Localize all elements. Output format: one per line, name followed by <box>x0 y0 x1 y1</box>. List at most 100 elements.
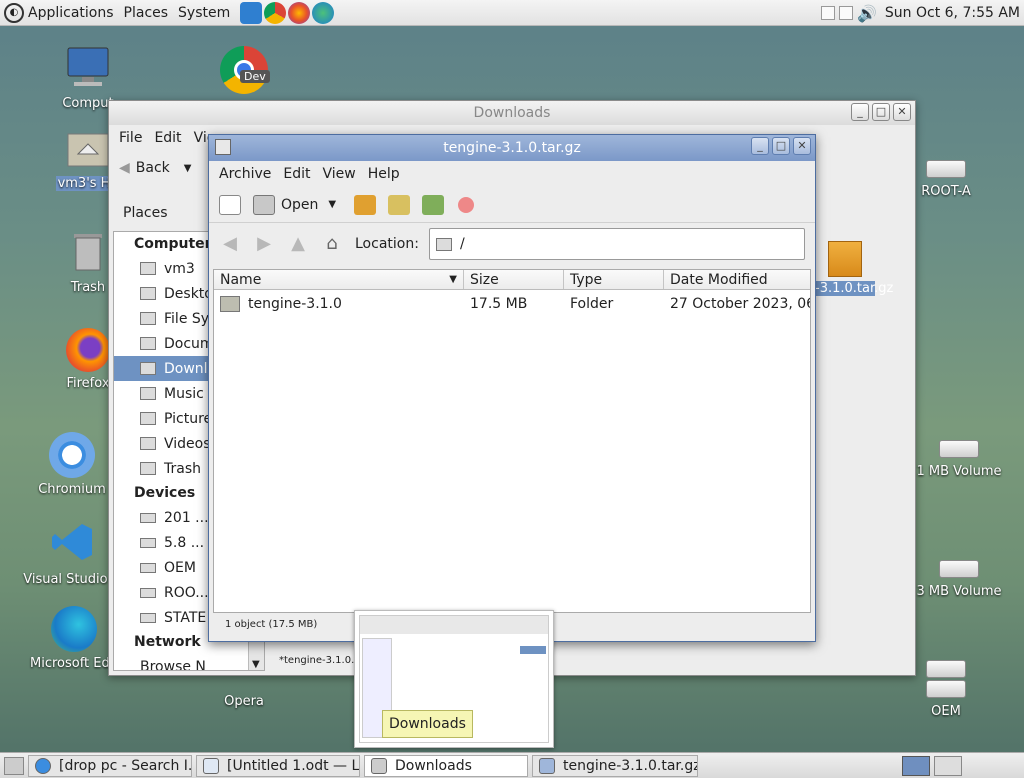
cell-date: 27 October 2023, 06:... <box>670 296 810 312</box>
places-menu[interactable]: Places <box>124 5 169 21</box>
drive-icon <box>926 660 966 678</box>
maximize-button[interactable]: □ <box>772 137 790 155</box>
archive-window-titlebar[interactable]: tengine-3.1.0.tar.gz _ □ ✕ <box>209 135 815 161</box>
applications-menu[interactable]: Applications <box>28 5 114 21</box>
workspace-2[interactable] <box>934 756 962 776</box>
open-dropdown-icon[interactable]: ▼ <box>328 199 336 210</box>
sidebar-item-label: OEM <box>164 559 196 576</box>
tray-icon[interactable] <box>820 6 835 20</box>
chrome-launcher-icon[interactable] <box>264 1 287 24</box>
open-button[interactable]: Open <box>253 194 318 215</box>
drive-icon <box>939 440 979 458</box>
edge-dev-icon <box>51 606 97 652</box>
table-row[interactable]: tengine-3.1.0 17.5 MB Folder 27 October … <box>214 290 810 318</box>
new-archive-icon[interactable] <box>219 194 241 215</box>
folder-icon <box>140 337 156 350</box>
window-title: Downloads <box>473 105 551 121</box>
gnome-foot-icon[interactable]: ◐ <box>4 2 24 23</box>
archive-manager-window[interactable]: tengine-3.1.0.tar.gz _ □ ✕ Archive Edit … <box>208 134 816 642</box>
workspace-1[interactable] <box>902 756 930 776</box>
back-arrow-icon[interactable]: ◀ <box>219 233 241 255</box>
stop-icon[interactable] <box>458 196 475 213</box>
sidebar-item-label: Trash <box>164 460 201 477</box>
edge-launcher-icon[interactable] <box>312 1 335 24</box>
back-dropdown-icon[interactable]: ▼ <box>184 163 192 174</box>
archive-icon <box>539 757 555 774</box>
folder-icon <box>140 387 156 400</box>
vscode-launcher-icon[interactable] <box>240 1 263 24</box>
home-folder-icon <box>67 133 109 167</box>
top-menu: ◐ Applications Places System <box>4 2 236 23</box>
add-folder-icon[interactable] <box>422 194 445 215</box>
firefox-launcher-icon[interactable] <box>288 1 311 24</box>
taskbar-item-writer[interactable]: [Untitled 1.odt — Li... <box>196 754 360 777</box>
sidebar-item-browse-network[interactable]: Browse N <box>114 654 264 671</box>
show-desktop-icon[interactable] <box>4 756 24 775</box>
archive-menu[interactable]: Archive <box>219 166 271 182</box>
volume-icon[interactable]: 🔊 <box>857 4 877 23</box>
dev-badge: Dev <box>240 70 270 83</box>
desktop-icon-volume-1[interactable]: 1 MB Volume <box>904 440 1014 479</box>
desktop-icon-label: OEM <box>931 704 961 719</box>
downloads-file-tarball[interactable]: -3.1.0.tar.gz <box>815 241 894 296</box>
back-button[interactable]: Back <box>136 160 170 176</box>
help-menu[interactable]: Help <box>368 166 400 182</box>
trash-icon <box>140 462 156 475</box>
desktop-icon-chromium[interactable]: Chromium <box>22 432 122 497</box>
downloads-window-titlebar[interactable]: Downloads _ □ ✕ <box>109 101 915 125</box>
close-button[interactable]: ✕ <box>893 103 911 121</box>
thumbnail-selection <box>520 646 546 654</box>
sidebar-item-label: 5.8 ... <box>164 534 205 551</box>
archive-app-icon <box>215 139 231 155</box>
system-menu[interactable]: System <box>178 5 230 21</box>
add-files-icon[interactable] <box>388 194 411 215</box>
drive-icon <box>140 512 156 523</box>
chrome-dev-desktop-icon[interactable]: Dev <box>220 46 270 94</box>
sidebar-item-label: STATE <box>164 609 207 626</box>
taskbar-item-downloads[interactable]: Downloads <box>364 754 528 777</box>
home-icon[interactable]: ⌂ <box>321 233 343 255</box>
folder-icon <box>140 412 156 425</box>
location-label: Location: <box>355 236 419 252</box>
column-type[interactable]: Type <box>564 270 664 289</box>
column-name[interactable]: Name ▼ <box>214 270 464 289</box>
forward-arrow-icon[interactable]: ▶ <box>253 233 275 255</box>
top-panel: ◐ Applications Places System 🔊 Sun Oct 6… <box>0 0 1024 26</box>
minimize-button[interactable]: _ <box>751 137 769 155</box>
view-menu[interactable]: View <box>323 166 356 182</box>
edit-menu[interactable]: Edit <box>154 130 181 146</box>
desktop-icon-label: Chromium <box>38 482 106 497</box>
column-date-modified[interactable]: Date Modified <box>664 270 810 289</box>
firefox-icon <box>66 328 110 372</box>
minimize-button[interactable]: _ <box>851 103 869 121</box>
scroll-down-icon[interactable]: ▼ <box>252 659 260 670</box>
maximize-button[interactable]: □ <box>872 103 890 121</box>
column-size[interactable]: Size <box>464 270 564 289</box>
close-button[interactable]: ✕ <box>793 137 811 155</box>
location-value: / <box>459 236 465 252</box>
open-icon <box>253 194 275 215</box>
task-label: Downloads <box>395 757 472 774</box>
clock[interactable]: Sun Oct 6, 7:55 AM <box>885 5 1020 21</box>
folder-icon <box>371 757 387 774</box>
places-selector[interactable]: Places <box>123 205 168 221</box>
launcher-icons <box>240 1 336 24</box>
desktop-icon-volume-2[interactable]: 3 MB Volume <box>904 560 1014 599</box>
drive-icon <box>140 587 156 598</box>
location-input[interactable]: / <box>428 228 805 260</box>
cell-size: 17.5 MB <box>470 296 528 312</box>
taskbar-item-search[interactable]: [drop pc - Search I... <box>28 754 192 777</box>
extract-icon[interactable] <box>354 194 377 215</box>
window-title: tengine-3.1.0.tar.gz <box>443 140 581 156</box>
file-menu[interactable]: File <box>119 130 142 146</box>
desktop-icon-label: Opera <box>224 694 264 709</box>
edit-menu[interactable]: Edit <box>283 166 310 182</box>
up-arrow-icon[interactable]: ▲ <box>287 233 309 255</box>
document-icon <box>203 757 219 774</box>
column-label: Type <box>570 272 603 288</box>
desktop-icon-label: 1 MB Volume <box>916 464 1002 479</box>
tray-icon[interactable] <box>838 6 853 20</box>
file-label: -3.1.0.tar.gz <box>815 281 894 296</box>
taskbar-item-archive[interactable]: tengine-3.1.0.tar.gz <box>532 754 698 777</box>
location-bar: ◀ ▶ ▲ ⌂ Location: / <box>209 223 815 265</box>
